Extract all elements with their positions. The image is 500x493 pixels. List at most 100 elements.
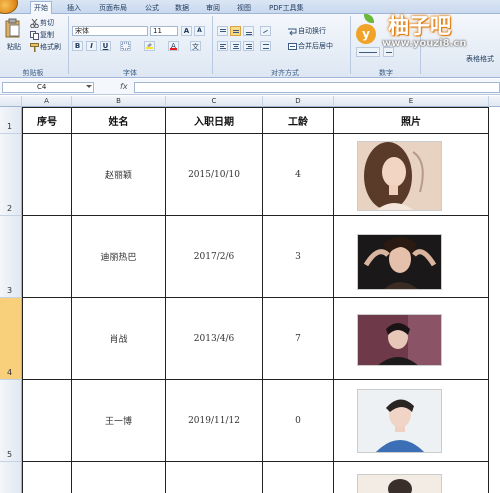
font-size-value: 11 xyxy=(153,27,162,35)
table-cell-years[interactable]: 4 xyxy=(263,134,334,216)
wrap-text-button[interactable]: 自动换行 xyxy=(288,26,326,37)
cut-button[interactable]: 剪切 xyxy=(30,18,54,29)
cell-reference: C4 xyxy=(37,83,47,91)
table-cell-years[interactable] xyxy=(263,462,334,493)
shrink-font-button[interactable]: A xyxy=(194,26,205,36)
photo-portrait-4[interactable] xyxy=(357,389,442,453)
table-cell-seq[interactable] xyxy=(23,380,72,462)
formula-bar: C4 fx xyxy=(0,79,500,95)
align-bottom-button[interactable] xyxy=(243,26,254,36)
font-name-value: 宋体 xyxy=(75,27,89,35)
row-header-4[interactable]: 4 xyxy=(0,298,22,380)
insert-function-button[interactable]: fx xyxy=(120,82,132,93)
phonetic-button[interactable]: 文 xyxy=(190,41,201,51)
chevron-down-icon[interactable] xyxy=(86,85,92,89)
align-middle-button[interactable] xyxy=(230,26,241,36)
header-cell-name[interactable]: 姓名 xyxy=(72,108,166,134)
table-cell-date[interactable]: 2015/10/10 xyxy=(166,134,263,216)
copy-button[interactable]: 复制 xyxy=(30,30,54,41)
logo-title: 柚子吧 xyxy=(388,14,451,38)
align-right-button[interactable] xyxy=(243,41,254,51)
portrait-image xyxy=(358,390,441,452)
table-cell-name[interactable]: 赵丽颖 xyxy=(72,134,166,216)
table-cell-seq[interactable] xyxy=(23,134,72,216)
paint-bucket-icon xyxy=(146,43,153,49)
align-left-button[interactable] xyxy=(217,41,228,51)
column-header-c[interactable]: C xyxy=(166,96,263,107)
format-painter-button[interactable]: 格式刷 xyxy=(30,42,61,53)
tab-data[interactable]: 数据 xyxy=(172,2,192,14)
column-header-row: A B C D E xyxy=(0,96,500,107)
formula-input[interactable] xyxy=(134,82,500,93)
photo-portrait-2[interactable] xyxy=(357,234,442,290)
table-cell-date[interactable]: 2019/11/12 xyxy=(166,380,263,462)
tab-pdf-tools[interactable]: PDF工具集 xyxy=(266,2,307,14)
grow-font-button[interactable]: A xyxy=(181,26,192,36)
format-painter-label: 格式刷 xyxy=(40,43,61,51)
header-cell-seq[interactable]: 序号 xyxy=(23,108,72,134)
cut-label: 剪切 xyxy=(40,19,54,27)
font-size-select[interactable]: 11 xyxy=(150,26,178,36)
scissors-icon xyxy=(30,18,39,28)
tab-insert[interactable]: 插入 xyxy=(64,2,84,14)
row-number: 2 xyxy=(7,204,13,213)
photo-portrait-5[interactable] xyxy=(357,474,442,493)
table-cell-years[interactable]: 3 xyxy=(263,216,334,298)
fill-color-button[interactable] xyxy=(144,41,155,51)
tab-formulas[interactable]: 公式 xyxy=(142,2,162,14)
align-top-button[interactable] xyxy=(217,26,228,36)
table-cell-name[interactable]: 王一博 xyxy=(72,380,166,462)
paste-label: 粘贴 xyxy=(7,43,21,51)
photo-portrait-3[interactable] xyxy=(357,314,442,366)
table-cell-date[interactable]: 2013/4/6 xyxy=(166,298,263,380)
header-cell-hire-date[interactable]: 入职日期 xyxy=(166,108,263,134)
font-color-icon: A xyxy=(170,42,177,50)
column-header-b[interactable]: B xyxy=(72,96,166,107)
tab-review[interactable]: 审阅 xyxy=(203,2,223,14)
border-button[interactable] xyxy=(120,41,131,51)
indent-button[interactable] xyxy=(260,41,271,51)
table-cell-years[interactable]: 7 xyxy=(263,298,334,380)
table-cell-date[interactable] xyxy=(166,462,263,493)
copy-label: 复制 xyxy=(40,31,54,39)
border-icon xyxy=(121,42,130,50)
row-header-6[interactable] xyxy=(0,462,22,493)
font-color-button[interactable]: A xyxy=(168,41,179,51)
italic-button[interactable]: I xyxy=(86,41,97,51)
table-cell-date[interactable]: 2017/2/6 xyxy=(166,216,263,298)
portrait-image xyxy=(358,142,441,210)
tab-view[interactable]: 视图 xyxy=(234,2,254,14)
table-cell-name[interactable] xyxy=(72,462,166,493)
underline-button[interactable]: U xyxy=(100,41,111,51)
table-cell-name[interactable]: 肖战 xyxy=(72,298,166,380)
name-box[interactable]: C4 xyxy=(2,82,94,93)
clipboard-group-label: 剪贴板 xyxy=(22,69,44,77)
merge-icon xyxy=(288,42,297,50)
photo-portrait-1[interactable] xyxy=(357,141,442,211)
table-cell-years[interactable]: 0 xyxy=(263,380,334,462)
row-header-3[interactable]: 3 xyxy=(0,216,22,298)
row-header-5[interactable]: 5 xyxy=(0,380,22,462)
tab-home[interactable]: 开始 xyxy=(30,1,52,14)
table-cell-name[interactable]: 迪丽热巴 xyxy=(72,216,166,298)
bold-button[interactable]: B xyxy=(72,41,83,51)
paste-button[interactable]: 粘贴 xyxy=(4,18,24,58)
header-cell-photo[interactable]: 照片 xyxy=(334,108,489,134)
number-group-label: 数字 xyxy=(379,69,393,77)
select-all-corner[interactable] xyxy=(0,96,22,107)
office-button[interactable] xyxy=(0,0,18,14)
row-header-2[interactable]: 2 xyxy=(0,134,22,216)
column-header-a[interactable]: A xyxy=(22,96,72,107)
row-header-1[interactable]: 1 xyxy=(0,107,22,134)
align-center-button[interactable] xyxy=(230,41,241,51)
table-cell-seq[interactable] xyxy=(23,216,72,298)
tab-page-layout[interactable]: 页面布局 xyxy=(96,2,130,14)
orientation-button[interactable] xyxy=(260,26,271,36)
table-cell-seq[interactable] xyxy=(23,462,72,493)
merge-center-button[interactable]: 合并后居中 xyxy=(288,41,333,52)
column-header-e[interactable]: E xyxy=(334,96,489,107)
header-cell-seniority[interactable]: 工龄 xyxy=(263,108,334,134)
table-cell-seq[interactable] xyxy=(23,298,72,380)
font-name-select[interactable]: 宋体 xyxy=(72,26,148,36)
column-header-d[interactable]: D xyxy=(263,96,334,107)
